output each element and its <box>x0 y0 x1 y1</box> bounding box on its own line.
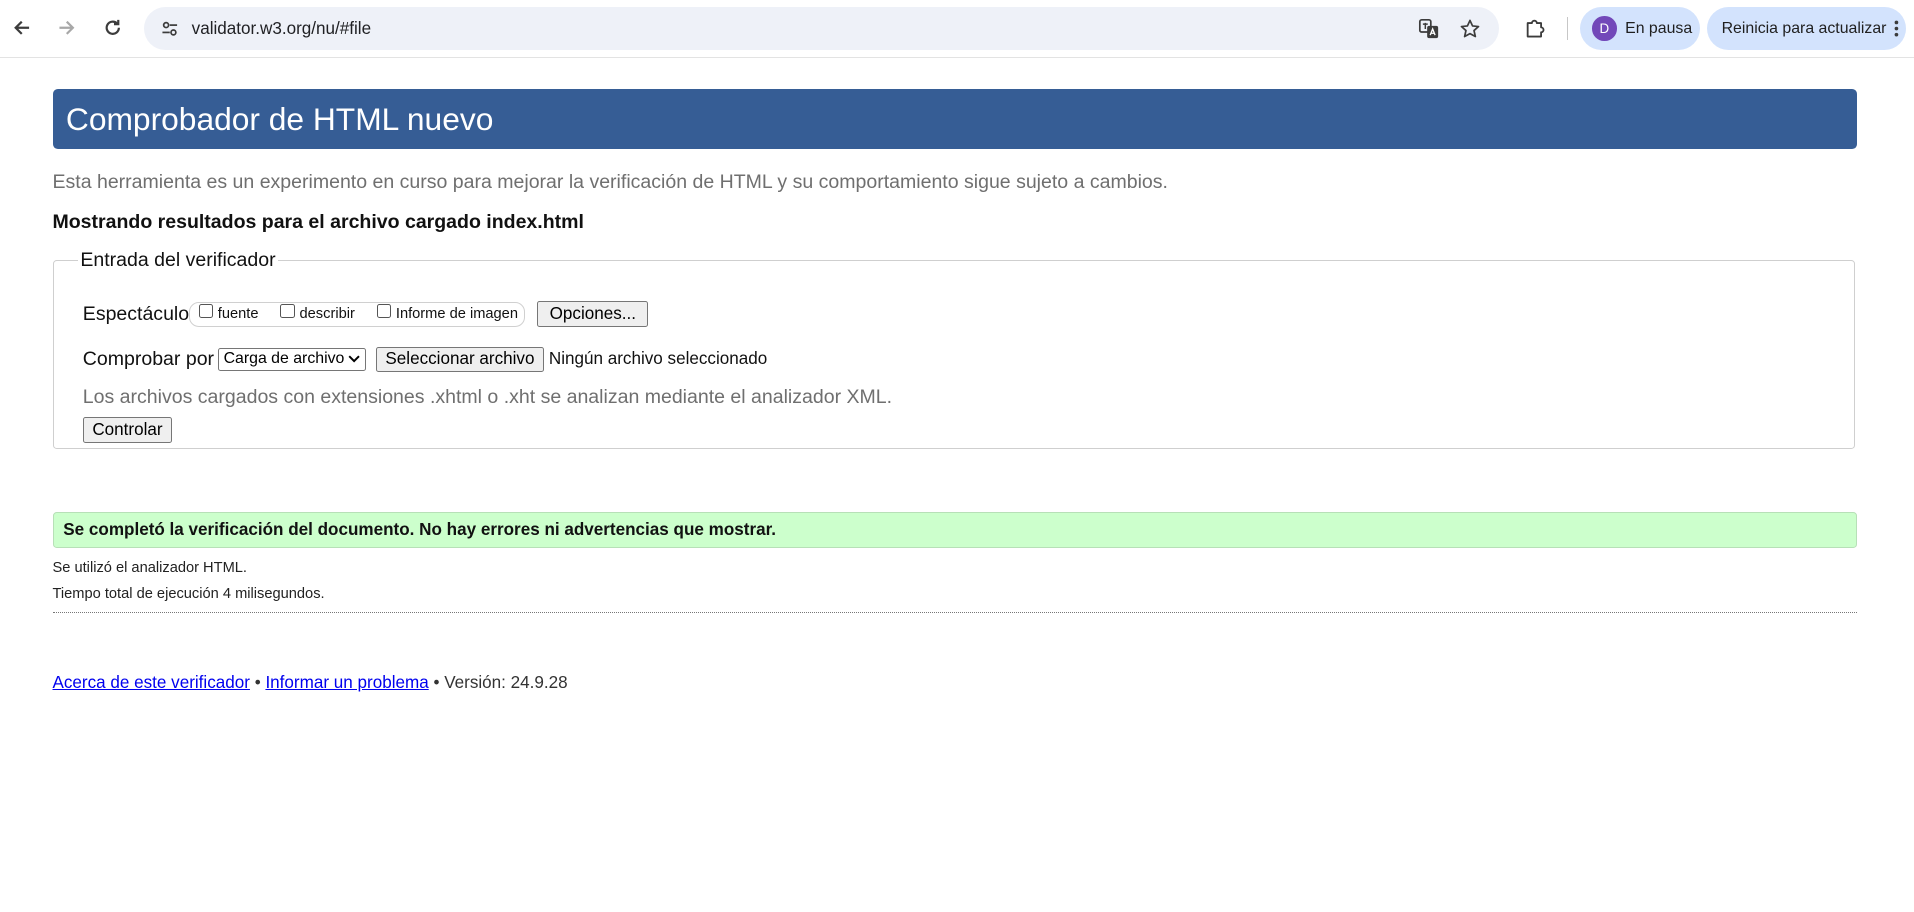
choose-file-button[interactable]: Seleccionar archivo <box>375 346 544 373</box>
checker-input-fieldset: Entrada del verificador Espectáculo fuen… <box>52 249 1855 450</box>
arrow-right-icon <box>59 21 75 35</box>
checkbox-label: describir <box>299 306 355 323</box>
reload-icon <box>105 20 120 36</box>
no-file-text: Ningún archivo seleccionado <box>548 349 768 369</box>
profile-status-label: En pausa <box>1625 19 1693 37</box>
update-chip[interactable]: Reinicia para actualizar <box>1706 7 1906 51</box>
page-content: Comprobador de HTML nuevo Esta herramien… <box>52 89 1858 692</box>
forward-button[interactable] <box>46 7 88 49</box>
reload-button[interactable] <box>92 7 134 49</box>
checkbox-box[interactable] <box>198 304 213 319</box>
intro-text: Esta herramienta es un experimento en cu… <box>52 170 1168 193</box>
report-issue-link[interactable]: Informar un problema <box>265 673 428 692</box>
avatar: D <box>1592 16 1617 41</box>
success-message: Se completó la verificación del document… <box>52 511 1858 549</box>
check-by-select[interactable]: Carga de archivo <box>217 347 367 371</box>
footer-separator: • <box>254 672 261 692</box>
footer: Acerca de este verificador • Informar un… <box>53 673 568 693</box>
show-image-report-checkbox[interactable]: Informe de imagen <box>376 304 518 323</box>
chevron-down-icon <box>348 355 360 363</box>
execution-time: Tiempo total de ejecución 4 milisegundos… <box>52 586 325 603</box>
profile-chip[interactable]: D En pausa <box>1579 7 1700 51</box>
version-text: Versión: 24.9.28 <box>444 672 568 692</box>
results-heading: Mostrando resultados para el archivo car… <box>52 211 584 234</box>
page-title: Comprobador de HTML nuevo <box>65 100 494 137</box>
checkbox-label: fuente <box>217 306 259 323</box>
toolbar-divider <box>1566 17 1568 41</box>
checkbox-box[interactable] <box>376 304 392 319</box>
translate-icon[interactable] <box>1409 9 1448 48</box>
show-options-group: fuente describir Informe de imagen <box>189 301 526 327</box>
site-info-icon[interactable] <box>156 19 183 39</box>
extensions-puzzle-icon[interactable] <box>1516 10 1553 47</box>
divider <box>52 611 1858 613</box>
browser-toolbar: validator.w3.org/nu/#file D En pausa Rei… <box>0 0 1914 59</box>
options-button[interactable]: Opciones... <box>537 301 649 327</box>
address-bar[interactable]: validator.w3.org/nu/#file <box>144 7 1500 51</box>
bookmark-star-icon[interactable] <box>1451 9 1490 48</box>
parser-info: Se utilizó el analizador HTML. <box>52 560 247 577</box>
show-row: Espectáculo fuente describir Informe de … <box>83 301 649 327</box>
arrow-left-icon <box>14 21 30 35</box>
show-source-checkbox[interactable]: fuente <box>198 304 259 323</box>
more-vertical-icon[interactable] <box>1894 20 1899 37</box>
upload-note: Los archivos cargados con extensiones .x… <box>82 385 893 408</box>
url-text[interactable]: validator.w3.org/nu/#file <box>192 19 1409 39</box>
update-label: Reinicia para actualizar <box>1721 19 1887 37</box>
about-link[interactable]: Acerca de este verificador <box>53 673 250 692</box>
checkbox-label: Informe de imagen <box>395 306 518 323</box>
footer-separator: • <box>433 672 440 692</box>
fieldset-legend: Entrada del verificador <box>80 249 276 272</box>
check-by-row: Comprobar por Carga de archivo Seleccion… <box>82 346 768 373</box>
check-by-label: Comprobar por <box>82 347 215 370</box>
checkbox-box[interactable] <box>280 304 295 319</box>
check-button[interactable]: Controlar <box>82 417 173 443</box>
page-header: Comprobador de HTML nuevo <box>52 89 1858 149</box>
back-button[interactable] <box>1 7 43 49</box>
show-label: Espectáculo <box>82 302 190 325</box>
check-by-selected-value: Carga de archivo <box>223 350 345 368</box>
show-outline-checkbox[interactable]: describir <box>280 304 355 323</box>
